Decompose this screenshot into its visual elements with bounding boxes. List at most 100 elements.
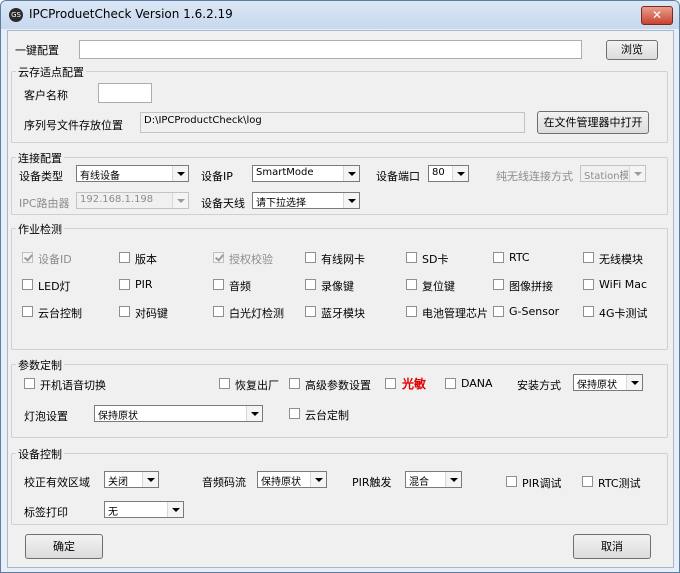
dana-checkbox[interactable]	[445, 378, 456, 389]
connect-config-title: 连接配置	[16, 150, 64, 166]
advanced-params-label: 高级参数设置	[305, 379, 371, 392]
install-mode-value: 保持原状	[577, 380, 617, 391]
app-window: GS IPCProduetCheck Version 1.6.2.19 ✕ 一键…	[0, 0, 680, 573]
device-ip-select[interactable]: SmartMode	[252, 165, 360, 182]
factory-reset-label: 恢复出厂	[235, 379, 279, 392]
device-type-select[interactable]: 有线设备	[76, 165, 189, 182]
job-battery-chip-checkbox[interactable]	[406, 306, 417, 317]
bulb-setting-value: 保持原状	[98, 411, 138, 422]
job-4g-card-test-checkbox[interactable]	[583, 306, 594, 317]
device-antenna-label: 设备天线	[201, 197, 245, 210]
job-audio-label: 音频	[229, 280, 251, 293]
job-version-label: 版本	[135, 253, 157, 266]
label-print-select[interactable]: 无	[104, 501, 184, 518]
job-bluetooth-module-checkbox[interactable]	[305, 306, 316, 317]
job-sd-card-checkbox[interactable]	[406, 252, 417, 263]
chevron-down-icon	[172, 193, 188, 208]
job-wired-nic-checkbox[interactable]	[305, 252, 316, 263]
job-4g-card-test-label: 4G卡测试	[599, 307, 648, 320]
job-g-sensor-label: G-Sensor	[509, 305, 560, 318]
app-icon: GS	[9, 8, 23, 22]
job-reset-key-checkbox[interactable]	[406, 279, 417, 290]
browse-button[interactable]: 浏览	[606, 40, 658, 60]
job-audio-checkbox[interactable]	[213, 279, 224, 290]
voice-switch-checkbox[interactable]	[24, 378, 35, 389]
install-mode-select[interactable]: 保持原状	[573, 374, 643, 391]
audio-stream-label: 音频码流	[202, 476, 246, 489]
wifi-mode-value: Station模	[584, 171, 628, 182]
job-sd-card-label: SD卡	[422, 253, 449, 266]
pir-debug-checkbox[interactable]	[506, 476, 517, 487]
job-image-stitch-checkbox[interactable]	[493, 279, 504, 290]
job-rtc-label: RTC	[509, 251, 530, 264]
chevron-down-icon	[445, 472, 461, 487]
title-bar[interactable]: GS IPCProduetCheck Version 1.6.2.19 ✕	[1, 1, 679, 29]
chevron-down-icon	[343, 193, 359, 208]
job-record-key-label: 录像键	[321, 280, 354, 293]
device-control-group: 设备控制 校正有效区域 关闭 音频码流 保持原状 PIR触发 混合 PIR调试 …	[11, 446, 668, 525]
device-type-value: 有线设备	[80, 171, 120, 182]
ipc-router-label: IPC路由器	[19, 197, 70, 210]
install-mode-label: 安装方式	[517, 379, 561, 392]
label-print-label: 标签打印	[24, 506, 68, 519]
job-white-light-detect-label: 白光灯检测	[229, 307, 284, 320]
job-wifi-mac-checkbox[interactable]	[583, 279, 594, 290]
job-pir-label: PIR	[135, 278, 153, 291]
job-wireless-module-checkbox[interactable]	[583, 252, 594, 263]
job-white-light-detect-checkbox[interactable]	[213, 306, 224, 317]
job-battery-chip-label: 电池管理芯片	[422, 307, 488, 320]
dana-label: DANA	[461, 377, 493, 390]
chevron-down-icon	[452, 166, 468, 181]
factory-reset-checkbox[interactable]	[219, 378, 230, 389]
device-port-label: 设备端口	[376, 170, 420, 183]
job-rtc-checkbox[interactable]	[493, 252, 504, 263]
ptz-custom-checkbox[interactable]	[289, 408, 300, 419]
label-print-value: 无	[108, 507, 118, 518]
job-pir-checkbox[interactable]	[119, 279, 130, 290]
advanced-params-checkbox[interactable]	[289, 378, 300, 389]
param-custom-group: 参数定制 开机语音切换 恢复出厂 高级参数设置 光敏 DANA 安装方式 保持原…	[11, 357, 668, 438]
close-button[interactable]: ✕	[641, 6, 673, 25]
ipc-router-select[interactable]: 192.168.1.198	[76, 192, 189, 209]
job-auth-check-checkbox[interactable]	[213, 252, 224, 263]
device-port-select[interactable]: 80	[428, 165, 469, 182]
job-auth-check-label: 授权校验	[229, 253, 273, 266]
device-antenna-select[interactable]: 请下拉选择	[252, 192, 360, 209]
job-g-sensor-checkbox[interactable]	[493, 306, 504, 317]
light-sense-label: 光敏	[402, 377, 427, 391]
job-bluetooth-module-label: 蓝牙模块	[321, 307, 365, 320]
cloud-config-title: 云存适点配置	[16, 64, 86, 80]
ipc-router-value: 192.168.1.198	[80, 194, 154, 205]
bulb-setting-label: 灯泡设置	[24, 410, 68, 423]
region-select[interactable]: 关闭	[104, 471, 159, 488]
dialog-client: 一键配置 浏览 云存适点配置 客户名称 序列号文件存放位置 D:\IPCProd…	[7, 30, 674, 568]
job-led-light-label: LED灯	[38, 280, 71, 293]
ok-button[interactable]: 确定	[25, 534, 103, 559]
job-ptz-control-checkbox[interactable]	[22, 306, 33, 317]
wifi-mode-select[interactable]: Station模	[580, 165, 646, 182]
pir-trigger-value: 混合	[409, 477, 429, 488]
one-key-input[interactable]	[79, 40, 582, 59]
rtc-test-checkbox[interactable]	[582, 476, 593, 487]
cancel-button[interactable]: 取消	[573, 534, 651, 559]
chevron-down-icon	[142, 472, 158, 487]
voice-switch-label: 开机语音切换	[40, 379, 106, 392]
device-port-value: 80	[432, 167, 445, 178]
job-pair-key-checkbox[interactable]	[119, 306, 130, 317]
audio-stream-select[interactable]: 保持原状	[257, 471, 327, 488]
customer-name-input[interactable]	[98, 83, 152, 103]
rtc-test-label: RTC测试	[598, 477, 641, 490]
job-version-checkbox[interactable]	[119, 252, 130, 263]
open-in-explorer-button[interactable]: 在文件管理器中打开	[537, 111, 649, 134]
pir-trigger-select[interactable]: 混合	[405, 471, 462, 488]
job-device-id-checkbox[interactable]	[22, 252, 33, 263]
device-control-title: 设备控制	[16, 446, 64, 462]
bulb-setting-select[interactable]: 保持原状	[94, 405, 263, 422]
chevron-down-icon	[167, 502, 183, 517]
job-record-key-checkbox[interactable]	[305, 279, 316, 290]
device-antenna-value: 请下拉选择	[256, 198, 306, 209]
job-led-light-checkbox[interactable]	[22, 279, 33, 290]
light-sense-checkbox[interactable]	[385, 378, 396, 389]
serial-path-input[interactable]: D:\IPCProductCheck\log	[140, 112, 525, 133]
job-detect-title: 作业检测	[16, 221, 64, 237]
